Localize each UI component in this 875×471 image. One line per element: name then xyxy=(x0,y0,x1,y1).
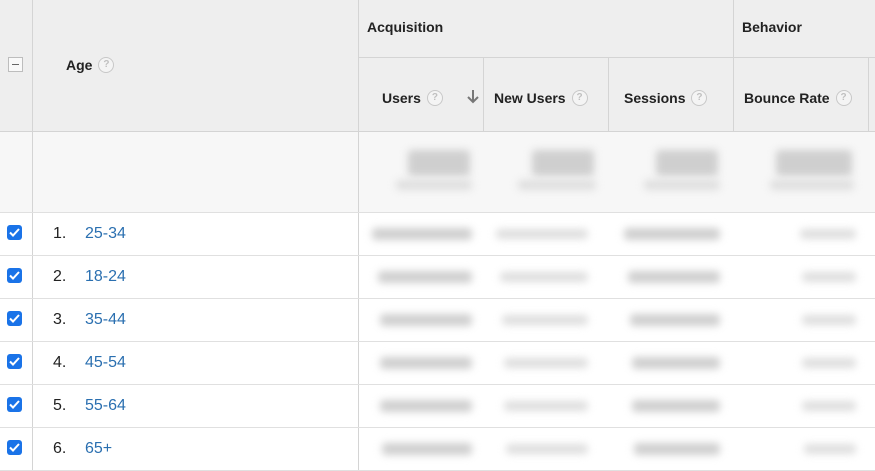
dimension-header-label: Age xyxy=(66,57,93,73)
sort-descending-arrow-icon[interactable] xyxy=(466,89,480,110)
total-users-sub-obscured xyxy=(396,180,472,190)
row-index: 4. xyxy=(53,354,67,371)
total-new-users-sub-obscured xyxy=(518,180,596,190)
collapse-all-icon[interactable] xyxy=(8,57,23,72)
total-bounce-rate-sub-obscured xyxy=(770,180,854,190)
group-header-behavior: Behavior xyxy=(742,19,802,35)
total-users-obscured xyxy=(408,150,470,176)
column-header-sessions[interactable]: Sessions ? xyxy=(624,88,708,108)
total-new-users-obscured xyxy=(532,150,594,176)
help-icon[interactable]: ? xyxy=(835,90,852,106)
checkbox-checked-icon[interactable] xyxy=(7,268,22,283)
cell-obscured xyxy=(802,358,856,368)
help-icon[interactable]: ? xyxy=(691,90,708,106)
row-index: 3. xyxy=(53,311,67,328)
dimension-header-age[interactable]: Age ? xyxy=(66,55,115,75)
total-sessions-obscured xyxy=(656,150,718,176)
cell-obscured xyxy=(804,444,856,454)
cell-obscured xyxy=(802,401,856,411)
cell-obscured xyxy=(802,315,856,325)
cell-obscured xyxy=(380,314,472,326)
row-index: 1. xyxy=(53,225,67,242)
cell-obscured xyxy=(634,443,720,455)
help-icon[interactable]: ? xyxy=(571,90,588,106)
cell-obscured xyxy=(502,315,588,325)
cell-obscured xyxy=(800,229,856,239)
row-dimension-link[interactable]: 25-34 xyxy=(85,225,126,243)
column-header-bounce-rate[interactable]: Bounce Rate ? xyxy=(744,88,852,108)
help-icon[interactable]: ? xyxy=(426,90,443,106)
column-header-label: Bounce Rate xyxy=(744,90,830,106)
total-sessions-sub-obscured xyxy=(644,180,720,190)
checkbox-checked-icon[interactable] xyxy=(7,225,22,240)
help-icon[interactable]: ? xyxy=(98,57,115,73)
cell-obscured xyxy=(506,444,588,454)
table-row: 1. 25-34 xyxy=(0,213,875,255)
column-header-users[interactable]: Users ? xyxy=(382,88,480,108)
checkbox-checked-icon[interactable] xyxy=(7,311,22,326)
total-bounce-rate-obscured xyxy=(776,150,852,176)
cell-obscured xyxy=(504,358,588,368)
column-header-label: Users xyxy=(382,90,421,106)
cell-obscured xyxy=(500,272,588,282)
cell-obscured xyxy=(632,357,720,369)
row-index: 2. xyxy=(53,268,67,285)
cell-obscured xyxy=(632,400,720,412)
cell-obscured xyxy=(624,228,720,240)
row-dimension-link[interactable]: 55-64 xyxy=(85,397,126,415)
row-dimension-link[interactable]: 65+ xyxy=(85,440,112,458)
cell-obscured xyxy=(380,400,472,412)
table-row: 2. 18-24 xyxy=(0,256,875,298)
cell-obscured xyxy=(380,357,472,369)
checkbox-checked-icon[interactable] xyxy=(7,397,22,412)
row-dimension-link[interactable]: 35-44 xyxy=(85,311,126,329)
cell-obscured xyxy=(382,443,472,455)
cell-obscured xyxy=(504,401,588,411)
group-header-acquisition: Acquisition xyxy=(367,19,444,35)
cell-obscured xyxy=(372,228,472,240)
column-header-new-users[interactable]: New Users ? xyxy=(494,88,588,108)
cell-obscured xyxy=(630,314,720,326)
row-dimension-link[interactable]: 18-24 xyxy=(85,268,126,286)
cell-obscured xyxy=(628,271,720,283)
cell-obscured xyxy=(378,271,472,283)
table-row: 6. 65+ xyxy=(0,428,875,470)
row-dimension-link[interactable]: 45-54 xyxy=(85,354,126,372)
row-index: 6. xyxy=(53,440,67,457)
column-header-label: New Users xyxy=(494,90,566,106)
checkbox-checked-icon[interactable] xyxy=(7,354,22,369)
row-index: 5. xyxy=(53,397,67,414)
column-header-label: Sessions xyxy=(624,90,686,106)
table-row: 4. 45-54 xyxy=(0,342,875,384)
checkbox-checked-icon[interactable] xyxy=(7,440,22,455)
cell-obscured xyxy=(496,229,588,239)
table-row: 3. 35-44 xyxy=(0,299,875,341)
table-row: 5. 55-64 xyxy=(0,385,875,427)
cell-obscured xyxy=(802,272,856,282)
